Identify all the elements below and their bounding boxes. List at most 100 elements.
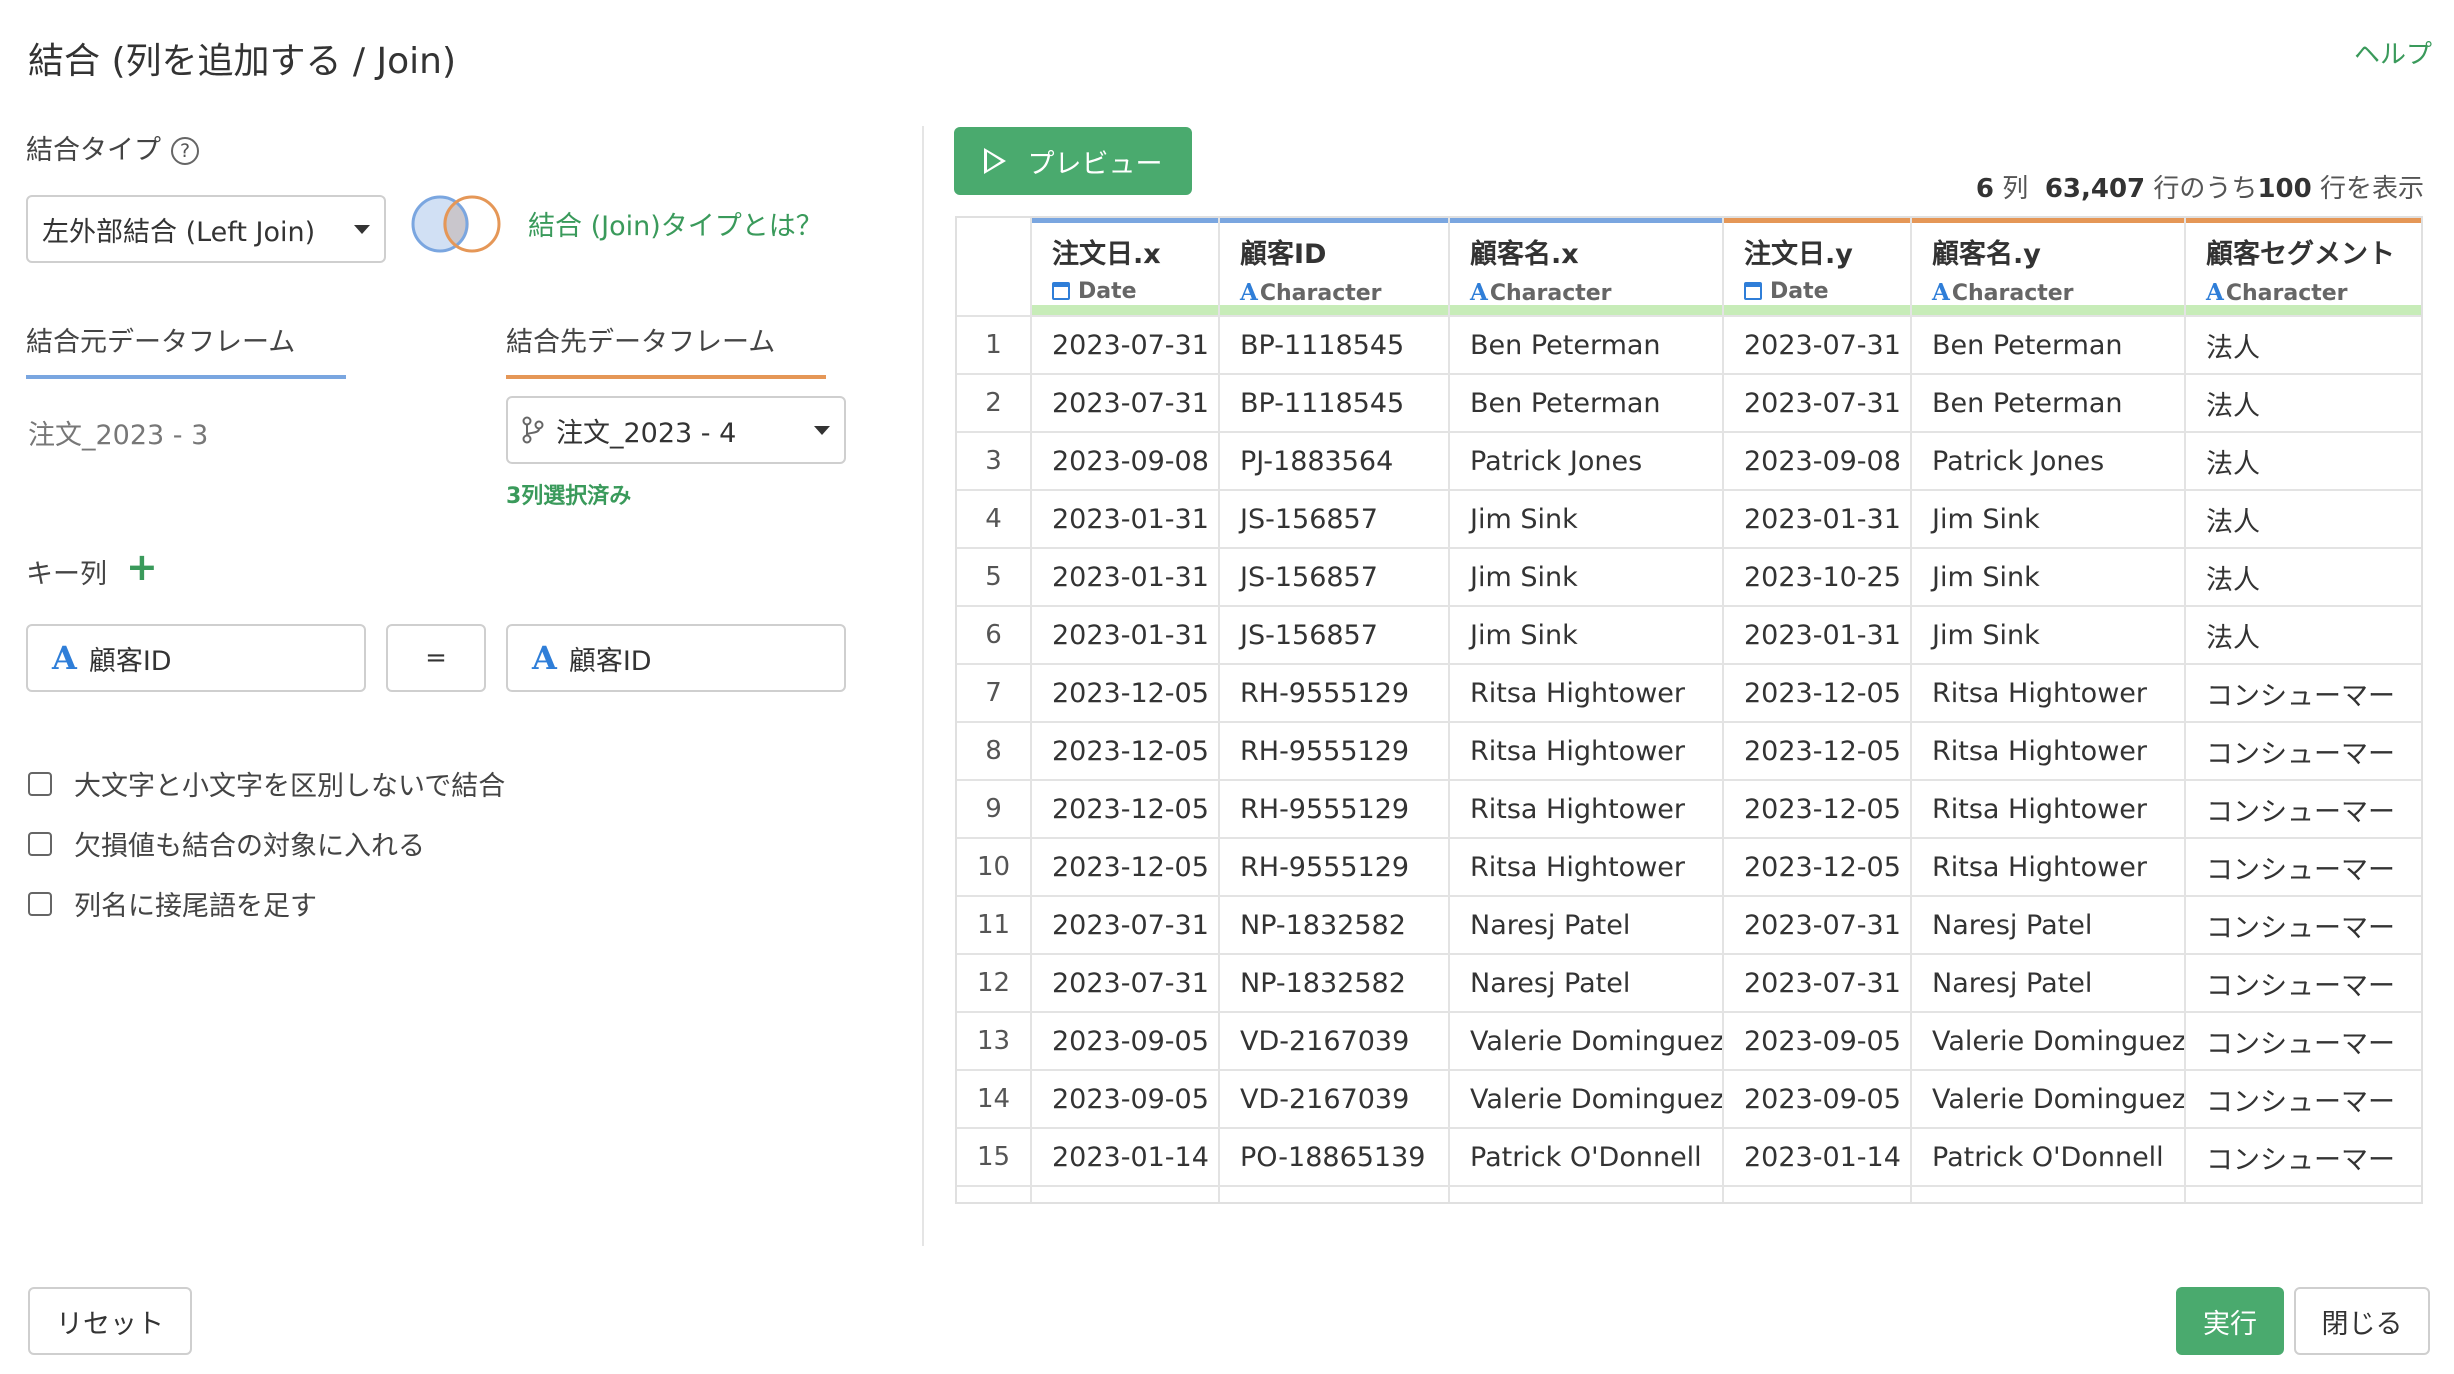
column-type-label: Character [2225,281,2348,306]
row-number: 6 [957,606,1032,665]
table-cell: 2023-01-14 [1723,1128,1912,1187]
column-name: 顧客名.y [1932,239,2041,270]
checkbox[interactable] [28,831,52,856]
checkbox[interactable] [28,771,52,796]
right-key-value: 顧客ID [568,645,652,677]
column-header[interactable]: 注文日.y Date [1723,218,1912,317]
column-unit: 列 [2002,174,2029,204]
table-cell: Patrick Jones [1911,432,2186,491]
table-cell: PO-18865139 [1219,1128,1450,1187]
column-header[interactable]: 顧客名.y ACharacter [1911,218,2186,317]
table-cell: Patrick O'Donnell [1449,1128,1724,1187]
character-type-icon: A [532,639,557,677]
row-number: 14 [957,1070,1032,1129]
column-type: Date [1052,279,1217,304]
table-cell: Naresj Patel [1449,896,1724,955]
column-type-label: Character [1489,281,1612,306]
table-cell: Ritsa Hightower [1449,838,1724,897]
table-cell: Valerie Dominguez [1449,1012,1724,1071]
column-header[interactable]: 顧客名.x ACharacter [1449,218,1724,317]
table-cell: Patrick Jones [1449,432,1724,491]
selected-columns-note[interactable]: 3列選択済み [506,478,631,510]
table-cell: RH-9555129 [1219,664,1450,723]
table-cell: Ritsa Hightower [1449,722,1724,781]
table-cell: PJ-1883564 [1219,432,1450,491]
reset-button[interactable]: リセット [28,1287,192,1355]
join-type-about-link[interactable]: 結合 (Join)タイプとは？ [528,204,823,243]
table-cell: 2023-07-31 [1723,374,1912,433]
column-name: 顧客名.x [1470,239,1579,270]
table-cell: Jim Sink [1449,548,1724,607]
row-number: 1 [957,316,1032,375]
table-cell: Patrick O'Donnell [1911,1128,2186,1187]
run-button[interactable]: 実行 [2176,1287,2284,1355]
table-cell: 2023-01-14 [1031,1128,1220,1187]
key-columns-label: キー列 [26,559,107,590]
help-link[interactable]: ヘルプ [2354,34,2432,71]
row-count-info: 6 列 63,407 行のうち100 行を表示 [1976,168,2424,205]
table-row: 13 2023-09-05 VD-2167039 Valerie Dominguez 2… [957,1012,2421,1071]
option-case-insensitive[interactable]: 大文字と小文字を区別しないで結合 [28,764,505,803]
table-cell: Valerie Dominguez [1911,1012,2186,1071]
table-cell [957,1186,1032,1202]
table-cell: Ritsa Hightower [1911,722,2186,781]
table-cell: Ritsa Hightower [1449,664,1724,723]
panel-divider [922,126,924,1246]
column-header[interactable]: 注文日.x Date [1031,218,1220,317]
table-row: 7 2023-12-05 RH-9555129 Ritsa Hightower 2023… [957,664,2421,723]
table-cell: Jim Sink [1911,548,2186,607]
left-key-select[interactable]: A 顧客ID [26,624,366,692]
table-row: 9 2023-12-05 RH-9555129 Ritsa Hightower 2023… [957,780,2421,839]
table-cell: 2023-07-31 [1723,954,1912,1013]
table-cell: 2023-01-31 [1031,606,1220,665]
option-label: 大文字と小文字を区別しないで結合 [74,771,506,802]
character-type-icon: A [1470,279,1488,306]
row-number: 7 [957,664,1032,723]
column-type: ACharacter [1240,279,1447,306]
option-add-suffix[interactable]: 列名に接尾語を足す [28,884,317,923]
table-cell: RH-9555129 [1219,722,1450,781]
column-type: ACharacter [1470,279,1721,306]
preview-table[interactable]: 注文日.x Date 顧客ID ACharacter 顧客名.x ACharacter 注文… [955,216,2423,1204]
table-cell: コンシューマー [2185,664,2421,723]
right-key-select[interactable]: A 顧客ID [506,624,846,692]
row-number: 11 [957,896,1032,955]
table-cell: JS-156857 [1219,606,1450,665]
left-key-value: 顧客ID [88,645,172,677]
column-type: Date [1744,279,1909,304]
table-cell [1723,1186,1912,1202]
table-cell: Jim Sink [1911,606,2186,665]
row-number: 12 [957,954,1032,1013]
table-cell: 2023-07-31 [1031,896,1220,955]
table-row: 11 2023-07-31 NP-1832582 Naresj Patel 2023-0… [957,896,2421,955]
venn-diagram-icon [411,195,501,253]
join-type-label-text: 結合タイプ [26,135,161,166]
branch-icon [522,416,544,444]
column-header[interactable]: 顧客セグメント ACharacter [2185,218,2421,317]
row-number: 10 [957,838,1032,897]
table-cell: Naresj Patel [1911,954,2186,1013]
table-cell: VD-2167039 [1219,1012,1450,1071]
table-cell: 2023-12-05 [1031,722,1220,781]
row-number: 3 [957,432,1032,491]
preview-button[interactable]: プレビュー [954,127,1192,195]
rows-suffix: 行を表示 [2319,174,2424,204]
table-cell: Ben Peterman [1449,316,1724,375]
key-operator[interactable]: = [386,624,486,692]
add-key-icon[interactable]: + [126,548,158,586]
join-type-select[interactable]: 左外部結合 (Left Join) [26,195,386,263]
close-button[interactable]: 閉じる [2294,1287,2430,1355]
option-label: 欠損値も結合の対象に入れる [74,831,425,862]
target-dataframe-select[interactable]: 注文_2023 - 4 [506,396,846,464]
column-header[interactable]: 顧客ID ACharacter [1219,218,1450,317]
row-number: 13 [957,1012,1032,1071]
table-cell: BP-1118545 [1219,316,1450,375]
question-icon[interactable]: ? [171,137,199,165]
shown-rows: 100 [2257,174,2312,204]
character-type-icon: A [1932,279,1950,306]
option-include-missing[interactable]: 欠損値も結合の対象に入れる [28,824,425,863]
table-cell: Jim Sink [1449,490,1724,549]
column-name: 顧客セグメント [2206,239,2395,270]
checkbox[interactable] [28,891,52,916]
table-cell: Ritsa Hightower [1911,780,2186,839]
